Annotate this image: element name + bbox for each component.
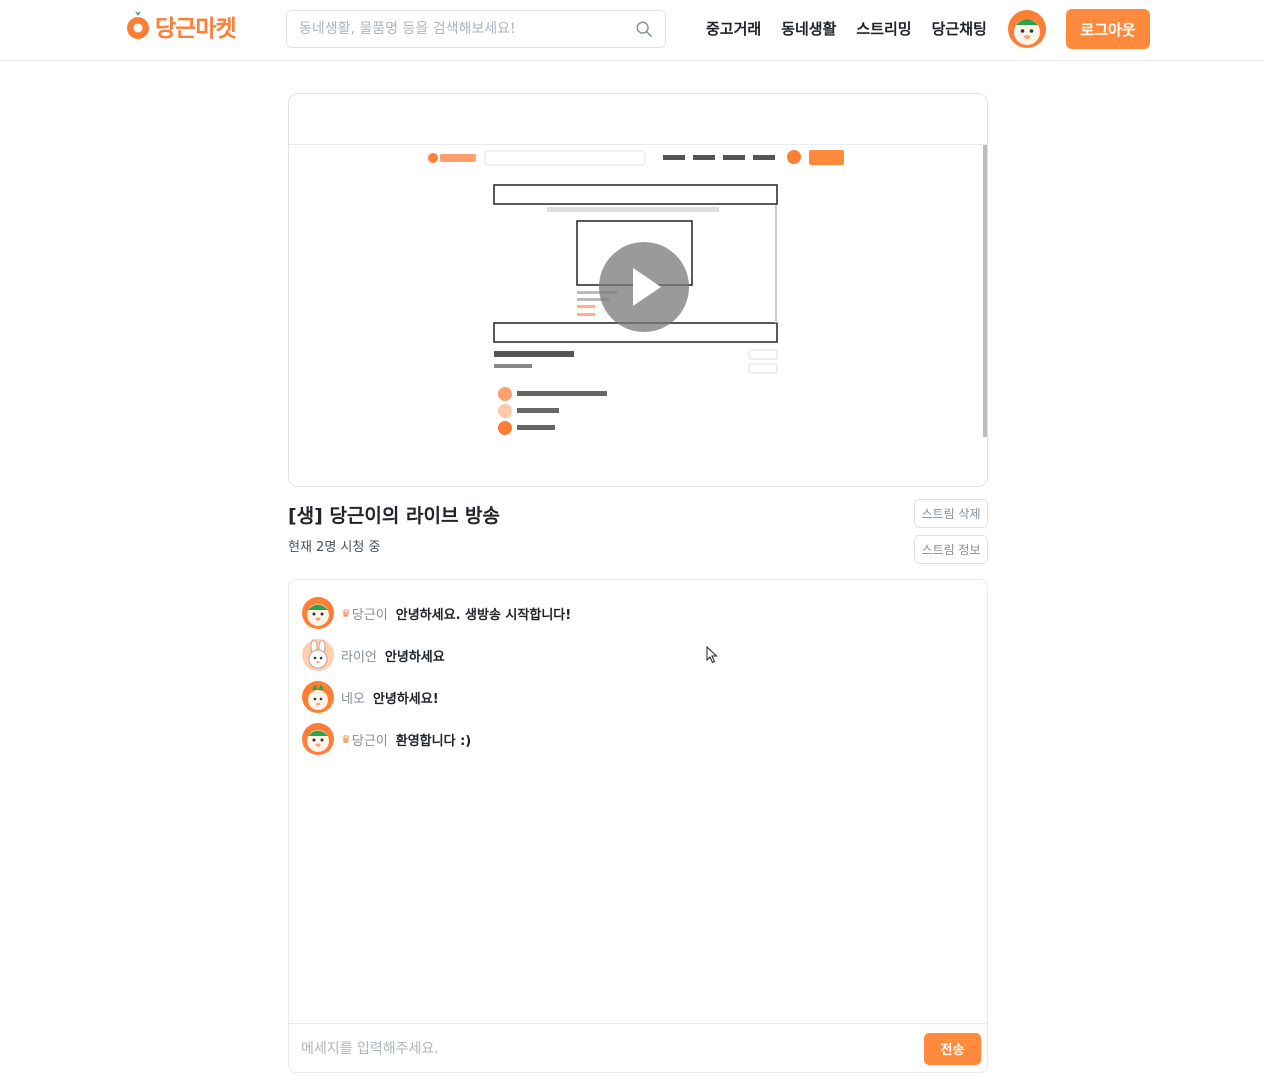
chat-text: 안녕하세요. 생방송 시작합니다! (395, 607, 572, 623)
logout-button[interactable]: 로그아웃 (1066, 9, 1150, 49)
chat-text: 안녕하세요 (384, 649, 445, 665)
chat-panel: ♛ 당근이 안녕하세요. 생방송 시작합니다! 라이언 안녕하세요 네오 안녕하… (288, 579, 988, 1073)
chat-input-bar: 전송 (289, 1023, 987, 1073)
search-input[interactable] (299, 21, 635, 37)
mouse-cursor-icon (706, 646, 718, 664)
chat-text: 환영합니다 :) (395, 733, 472, 749)
rabbit-avatar-icon (302, 639, 334, 671)
viewer-count: 현재 2명 시청 중 (288, 540, 381, 555)
fox-avatar-icon (302, 681, 334, 713)
host-crown-icon: ♛ (341, 732, 351, 746)
chat-text: 안녕하세요! (372, 691, 439, 707)
chat-message: 네오 안녕하세요! (301, 680, 439, 714)
play-icon (633, 268, 661, 306)
chat-message: ♛ 당근이 환영합니다 :) (301, 722, 471, 756)
carrot-avatar-icon (302, 723, 334, 755)
nav-item-neighborhood[interactable]: 동네생활 (781, 18, 836, 39)
logo[interactable]: 당근마켓 (125, 9, 237, 43)
chat-username: 당근이 (351, 733, 388, 749)
play-button[interactable] (599, 242, 689, 332)
chat-message: ♛ 당근이 안녕하세요. 생방송 시작합니다! (301, 596, 571, 630)
send-button[interactable]: 전송 (924, 1032, 981, 1065)
main-nav: 중고거래 동네생활 스트리밍 당근채팅 (706, 18, 987, 39)
chat-message-input[interactable] (301, 1040, 924, 1057)
nav-item-used-trade[interactable]: 중고거래 (706, 18, 761, 39)
host-crown-icon: ♛ (341, 606, 351, 620)
chat-username: 네오 (341, 691, 365, 707)
logo-text: 당근마켓 (155, 16, 237, 42)
carrot-avatar-icon (302, 597, 334, 629)
video-top-bar (289, 94, 987, 145)
carrot-logo-icon (127, 11, 149, 39)
video-player[interactable] (288, 93, 988, 487)
top-navigation-bar: 당근마켓 중고거래 동네생활 스트리밍 당근채팅 로그아웃 (0, 0, 1264, 61)
profile-avatar-icon[interactable] (1007, 9, 1047, 49)
chat-message: 라이언 안녕하세요 (301, 638, 445, 672)
nav-item-chat[interactable]: 당근채팅 (932, 18, 987, 39)
stream-title: [생] 당근이의 라이브 방송 (288, 505, 501, 527)
chat-username: 라이언 (341, 649, 377, 665)
search-bar[interactable] (286, 10, 666, 48)
search-icon[interactable] (635, 20, 653, 38)
chat-username: 당근이 (351, 607, 388, 623)
nav-item-streaming[interactable]: 스트리밍 (856, 18, 911, 39)
stream-info-button[interactable]: 스트림 정보 (914, 535, 988, 564)
delete-stream-button[interactable]: 스트림 삭제 (914, 499, 988, 528)
